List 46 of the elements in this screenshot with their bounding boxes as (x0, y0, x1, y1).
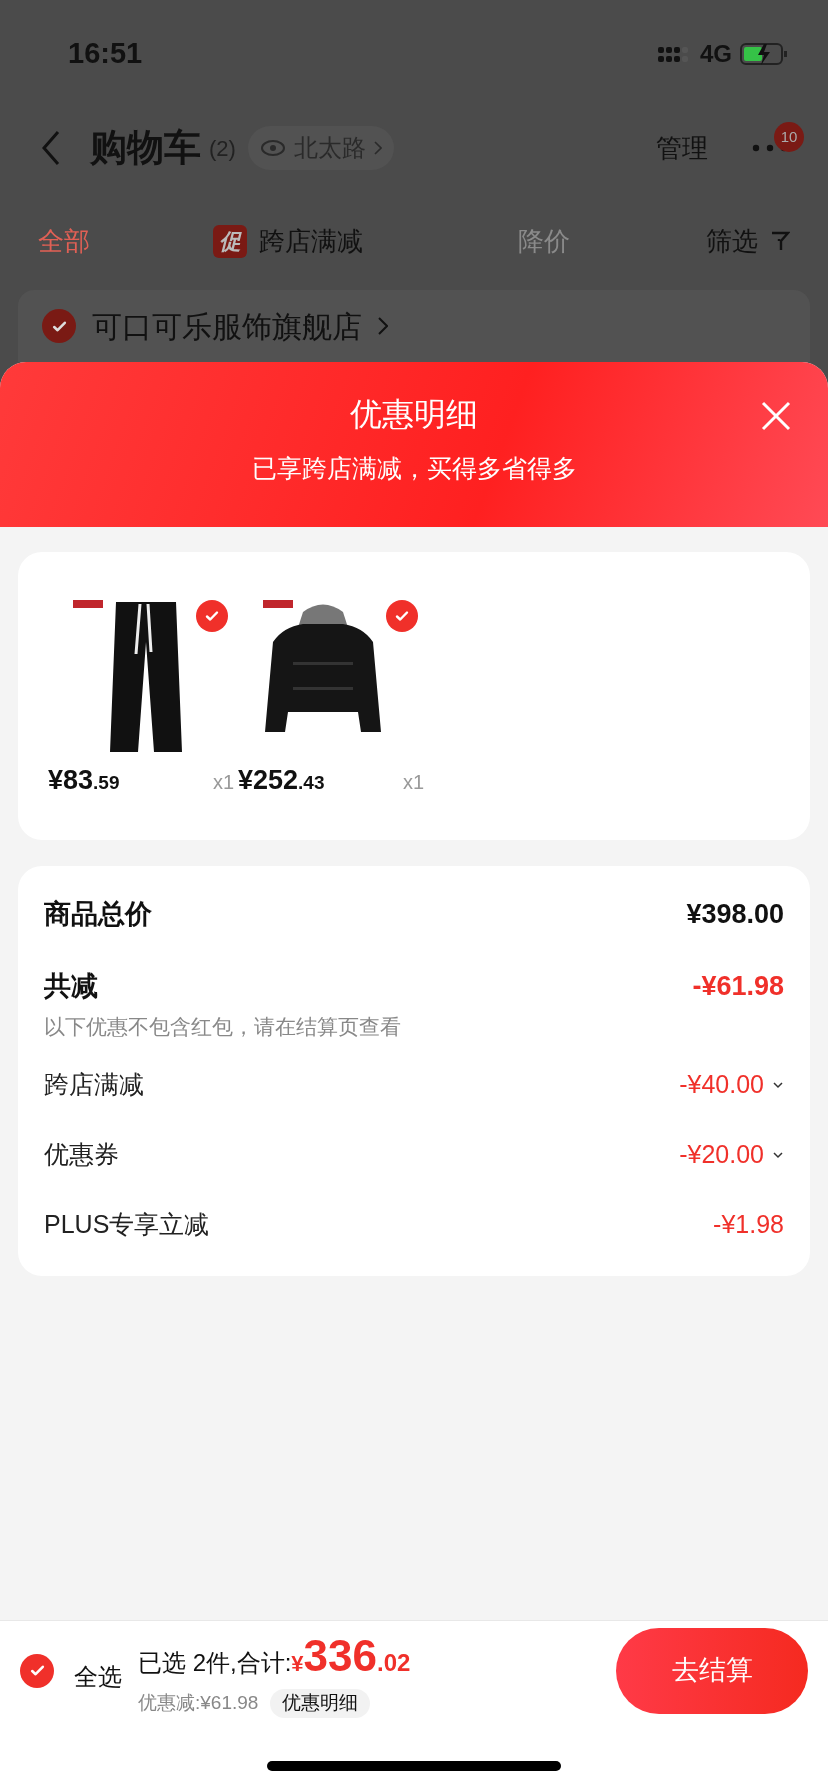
select-all-label[interactable]: 全选 (74, 1658, 122, 1695)
back-icon[interactable] (40, 129, 62, 167)
filter-tab[interactable]: 促 跨店满减 (213, 221, 518, 261)
row-value: -¥61.98 (692, 970, 784, 1003)
checkmark-icon (28, 1662, 46, 1679)
page-title: 购物车 (90, 126, 201, 171)
row-label: 共减 (44, 970, 98, 1003)
products-card: ¥83.59 x1¥252.43 x1 (18, 552, 810, 840)
quantity: x1 (212, 770, 234, 795)
battery-icon (740, 41, 788, 67)
chevron-down-icon (772, 1081, 784, 1089)
eye-icon (259, 139, 286, 157)
checkout-button[interactable]: 去结算 (616, 1627, 808, 1714)
chevron-right-icon (378, 317, 388, 335)
quantity: x1 (402, 770, 424, 795)
selected-summary: 已选 2件,合计: (138, 1648, 292, 1679)
row-value: ¥398.00 (686, 897, 784, 931)
checkmark-icon (394, 608, 410, 624)
chevron-down-icon (772, 1151, 784, 1159)
filter-button[interactable]: 筛选 (706, 221, 790, 261)
row-value[interactable]: -¥40.00 (679, 1066, 764, 1104)
total-price: ¥336.02 (291, 1630, 411, 1683)
checkbox[interactable] (386, 600, 418, 632)
network-label: 4G (700, 39, 732, 69)
close-icon[interactable] (760, 400, 792, 432)
checkmark-icon (204, 608, 220, 624)
row-label: PLUS专享立减 (44, 1209, 210, 1241)
status-time: 16:51 (68, 36, 143, 72)
checkbox[interactable] (196, 600, 228, 632)
checkbox[interactable] (42, 309, 76, 343)
manage-link[interactable]: 管理 (656, 128, 708, 168)
notification-badge: 10 (774, 122, 804, 152)
row-label: 跨店满减 (44, 1069, 144, 1101)
discount-detail-button[interactable]: 优惠明细 (270, 1689, 371, 1718)
filter-tab[interactable]: 全部 (38, 221, 213, 261)
row-value: -¥1.98 (713, 1209, 784, 1241)
promo-badge: 促 (213, 224, 247, 258)
row-label: 优惠券 (44, 1139, 119, 1171)
row-note: 以下优惠不包含红包，请在结算页查看 (44, 1013, 402, 1040)
sheet-subtitle: 已享跨店满减，买得多省得多 (251, 453, 577, 484)
row-value[interactable]: -¥20.00 (679, 1136, 764, 1174)
checkbox[interactable] (20, 1653, 54, 1688)
discount-text: 优惠减:¥61.98 (138, 1691, 259, 1716)
row-label: 商品总价 (44, 897, 152, 931)
sheet-title: 优惠明细 (350, 395, 478, 434)
chevron-right-icon (373, 141, 382, 155)
